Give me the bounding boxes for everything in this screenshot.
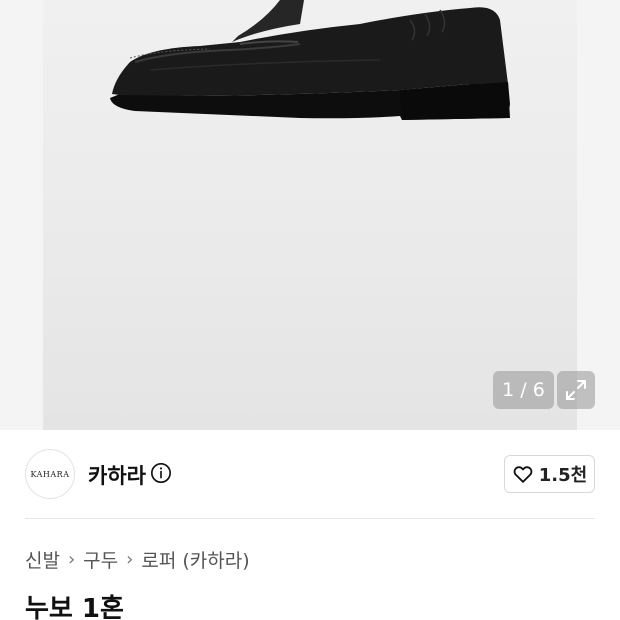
loafer-shoe-image (110, 0, 510, 120)
like-button[interactable]: 1.5천 (504, 455, 595, 493)
info-icon[interactable] (150, 462, 172, 484)
heart-icon (513, 466, 533, 483)
breadcrumb: 신발 › 구두 › 로퍼 (카하라) (25, 546, 250, 573)
chevron-right-icon: › (67, 549, 76, 570)
expand-button[interactable] (557, 371, 595, 409)
brand-logo-text: KAHARA (30, 469, 70, 479)
expand-icon (566, 380, 586, 400)
brand-name[interactable]: 카하라 (88, 460, 146, 490)
image-counter-text: 1 / 6 (502, 379, 545, 401)
chevron-right-icon: › (126, 549, 134, 570)
product-title: 누보 1혼 (25, 594, 124, 620)
breadcrumb-item-loafers[interactable]: 로퍼 (카하라) (141, 546, 249, 573)
divider (25, 518, 595, 519)
breadcrumb-item-dress-shoes[interactable]: 구두 (83, 546, 118, 573)
image-counter: 1 / 6 (493, 371, 554, 409)
brand-logo[interactable]: KAHARA (25, 449, 75, 499)
product-image-gallery[interactable]: 1 / 6 (0, 0, 620, 430)
like-count: 1.5천 (538, 465, 588, 486)
breadcrumb-item-shoes[interactable]: 신발 (25, 546, 60, 573)
